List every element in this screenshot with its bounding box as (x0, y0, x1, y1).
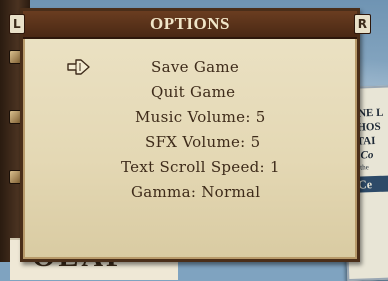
menu-item-quit-game[interactable]: Quit Game (151, 83, 235, 101)
options-panel: OPTIONS L R Save Game Quit Game Music Vo… (9, 8, 371, 262)
menu-item-sfx-volume[interactable]: SFX Volume: 5 (145, 133, 260, 151)
l-shoulder-button-icon[interactable]: L (9, 14, 25, 34)
menu-item-gamma[interactable]: Gamma: Normal (131, 183, 260, 201)
r-shoulder-button-icon[interactable]: R (353, 14, 371, 34)
menu-item-music-volume[interactable]: Music Volume: 5 (135, 108, 266, 126)
pointing-hand-icon (67, 59, 90, 75)
panel-title: OPTIONS (149, 14, 231, 33)
title-bar: OPTIONS (23, 11, 357, 39)
menu-item-save-game[interactable]: Save Game (151, 58, 239, 76)
menu-item-text-scroll-speed[interactable]: Text Scroll Speed: 1 (121, 158, 280, 176)
